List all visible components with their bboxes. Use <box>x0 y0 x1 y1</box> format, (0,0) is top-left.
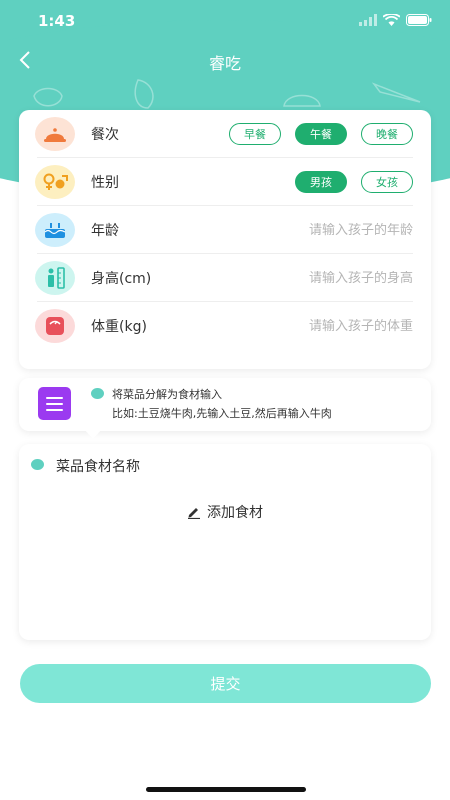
gender-row: 性别 男孩 女孩 <box>35 158 413 206</box>
height-row: 身高(cm) <box>35 254 413 302</box>
tip-text-line1: 将菜品分解为食材输入 <box>112 388 222 401</box>
signal-icon <box>359 14 377 26</box>
submit-button[interactable]: 提交 <box>20 664 431 703</box>
home-indicator <box>146 787 306 792</box>
bullet-dot-icon <box>31 459 44 470</box>
age-row: 年龄 <box>35 206 413 254</box>
status-time: 1:43 <box>38 12 76 30</box>
food-section-title: 菜品食材名称 <box>56 459 140 475</box>
add-ingredient-button[interactable]: 添加食材 <box>19 502 431 522</box>
bread-deco-icon <box>283 94 321 107</box>
height-input[interactable] <box>253 270 413 286</box>
bullet-dot-icon <box>91 388 104 399</box>
carrot-deco-icon <box>371 82 421 103</box>
pencil-icon <box>188 508 200 519</box>
height-label: 身高(cm) <box>91 270 152 287</box>
battery-icon <box>406 14 432 26</box>
child-info-card: 餐次 早餐 午餐 晚餐 性别 男孩 女孩 年龄 身高(cm) <box>19 110 431 369</box>
weight-input[interactable] <box>253 318 413 334</box>
meal-option-breakfast[interactable]: 早餐 <box>229 123 281 145</box>
weight-scale-icon <box>35 309 75 343</box>
add-ingredient-label: 添加食材 <box>207 505 263 521</box>
strawberry-deco-icon <box>33 87 63 107</box>
tip-text-line2: 比如:土豆烧牛肉,先输入土豆,然后再输入牛肉 <box>112 407 332 420</box>
nav-bar: 睿吃 <box>0 44 450 76</box>
document-icon <box>38 387 71 420</box>
meal-option-dinner[interactable]: 晚餐 <box>361 123 413 145</box>
weight-row: 体重(kg) <box>35 302 413 350</box>
tip-pointer <box>84 429 102 439</box>
food-ingredients-card: 菜品食材名称 添加食材 <box>19 444 431 640</box>
status-bar: 1:43 <box>0 0 450 44</box>
weight-label: 体重(kg) <box>91 319 147 335</box>
meal-label: 餐次 <box>91 126 119 143</box>
gender-label: 性别 <box>91 174 119 191</box>
height-ruler-icon <box>35 260 75 295</box>
age-input[interactable] <box>253 222 413 238</box>
gender-icon <box>35 164 75 199</box>
eggplant-deco-icon <box>134 79 154 109</box>
tip-card: 将菜品分解为食材输入 比如:土豆烧牛肉,先输入土豆,然后再输入牛肉 <box>19 378 431 431</box>
age-label: 年龄 <box>91 222 119 239</box>
meal-option-lunch[interactable]: 午餐 <box>295 123 347 145</box>
meal-row: 餐次 早餐 午餐 晚餐 <box>35 110 413 158</box>
wifi-icon <box>383 14 400 26</box>
page-title: 睿吃 <box>208 54 241 73</box>
birthday-cake-icon <box>35 212 75 247</box>
gender-option-boy[interactable]: 男孩 <box>295 171 347 193</box>
gender-option-girl[interactable]: 女孩 <box>361 171 413 193</box>
meal-cloche-icon <box>35 116 75 151</box>
